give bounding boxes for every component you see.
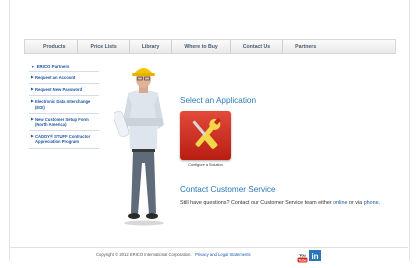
cs-text-end: . <box>378 200 381 206</box>
worker-illustration <box>114 68 164 226</box>
contact-customer-service-heading: Contact Customer Service <box>180 185 276 194</box>
nav-contact-us[interactable]: Contact Us <box>231 40 284 53</box>
linkedin-icon[interactable]: in <box>309 250 321 261</box>
nav-price-lists[interactable]: Price Lists <box>78 40 130 53</box>
arrow-right-icon: ▶ <box>31 134 34 139</box>
online-link[interactable]: online <box>333 200 347 206</box>
footer-divider <box>9 247 408 248</box>
nav-partners[interactable]: Partners <box>283 40 328 53</box>
sidebar-item-caddy-stuff[interactable]: ▶ CADDY® STUFF Contractor Appreciation P… <box>29 131 99 149</box>
phone-link[interactable]: phone <box>364 200 379 206</box>
svg-text:You: You <box>299 254 306 258</box>
sidebar-item-customer-setup[interactable]: ▶ New Customer Setup Form (North America… <box>29 114 99 132</box>
arrow-right-icon: ▶ <box>31 116 34 121</box>
arrow-right-icon: ▶ <box>31 99 34 104</box>
footer: Copyright © 2012 ERICO International Cor… <box>96 252 251 257</box>
sidebar-item-request-account[interactable]: ▶ Request an Account <box>29 72 99 85</box>
arrow-right-icon: ▶ <box>31 75 34 79</box>
nav-products[interactable]: Products <box>25 40 79 53</box>
copyright-text: Copyright © 2012 ERICO International Cor… <box>96 252 192 257</box>
linkedin-label: in <box>311 252 319 261</box>
sidebar-item-label: CADDY® STUFF Contractor Appreciation Pro… <box>35 134 91 145</box>
sidebar-item-edi[interactable]: ▶ Electronic Data Interchange (EDI) <box>29 96 99 114</box>
sidebar-heading[interactable]: ▼ ERICO Partners <box>29 63 99 72</box>
sidebar-item-label: Electronic Data Interchange (EDI) <box>35 99 91 110</box>
customer-service-text: Still have questions? Contact our Custom… <box>180 200 380 206</box>
caret-down-icon: ▼ <box>31 64 35 69</box>
cs-text-mid: or via <box>347 200 364 206</box>
youtube-icon[interactable]: You Tube <box>296 250 309 263</box>
configure-solution-tile[interactable] <box>180 111 231 160</box>
nav-where-to-buy[interactable]: Where to Buy <box>172 40 231 53</box>
sidebar-item-label: New Customer Setup Form (North America) <box>35 116 89 128</box>
sidebar-item-label: Request New Password <box>35 87 83 93</box>
sidebar: ▼ ERICO Partners ▶ Request an Account ▶ … <box>29 63 99 149</box>
nav-library[interactable]: Library <box>130 40 173 53</box>
privacy-legal-link[interactable]: Privacy and Legal Statements <box>195 252 251 257</box>
sidebar-item-request-password[interactable]: ▶ Request New Password <box>29 84 99 97</box>
tile-caption: Configure a Solution <box>188 163 223 167</box>
tools-icon <box>192 117 221 149</box>
cs-text-before: Still have questions? Contact our Custom… <box>180 200 334 206</box>
top-nav: Products Price Lists Library Where to Bu… <box>24 39 396 54</box>
youtube-logo: You Tube <box>297 254 308 263</box>
select-application-heading: Select an Application <box>180 96 257 105</box>
sidebar-item-label: Request an Account <box>35 75 76 80</box>
arrow-right-icon: ▶ <box>31 87 34 92</box>
sidebar-heading-label: ERICO Partners <box>36 64 70 69</box>
